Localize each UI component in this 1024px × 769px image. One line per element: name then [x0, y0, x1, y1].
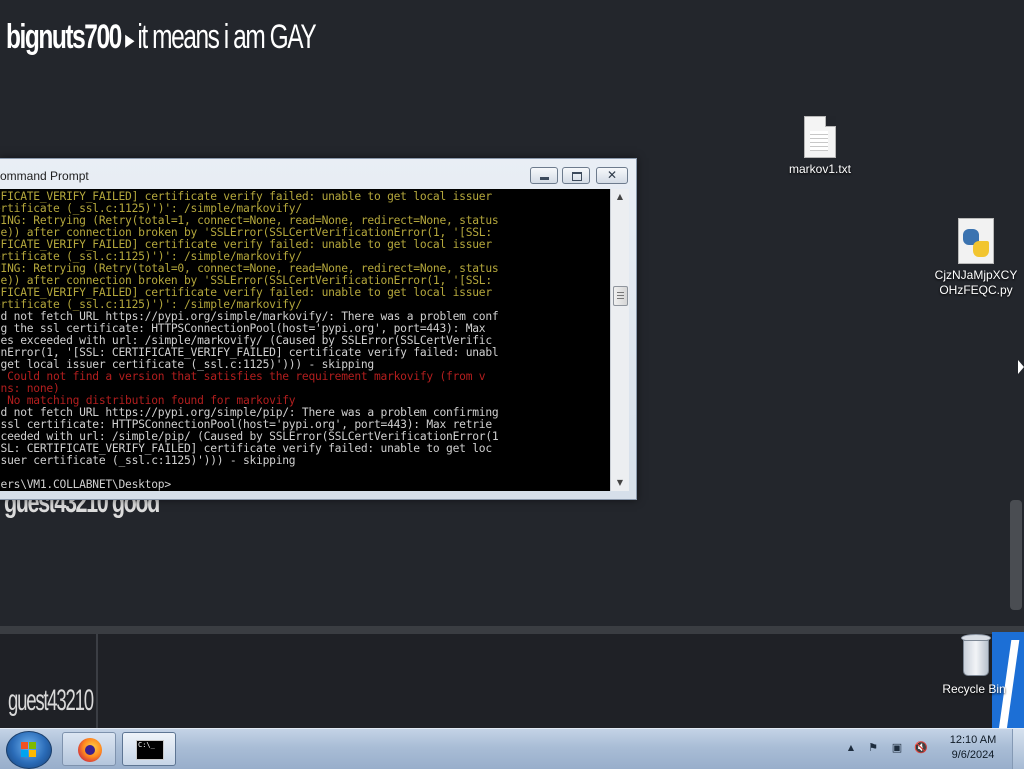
stream-panel-separator [96, 634, 98, 730]
show-hidden-icons-icon[interactable]: ▲ [844, 741, 858, 755]
command-prompt-window[interactable]: ommand Prompt ✕ IFICATE_VERIFY_FAILED] c… [0, 158, 637, 500]
console-line: : Could not find a version that satisfie… [0, 370, 486, 383]
taskbar: C:\_ ▲ ⚑ ▣ 🔇 12:10 AM 9/6/2024 [0, 728, 1024, 769]
scroll-thumb[interactable] [613, 286, 628, 306]
cmd-icon: C:\_ [136, 740, 164, 760]
maximize-button[interactable] [562, 167, 590, 184]
chat-text: it means i am GAY [137, 18, 316, 56]
desktop-icon-label: CjzNJaMjpXCYOHzFEQC.py [934, 268, 1018, 297]
close-icon: ✕ [606, 168, 618, 182]
chat-separator: ▸ [125, 24, 134, 54]
mouse-cursor-icon [1018, 360, 1024, 374]
text-file-icon [804, 116, 836, 158]
taskbar-command-prompt[interactable]: C:\_ [122, 732, 176, 766]
stream-bottom-username: guest43210 [8, 684, 94, 717]
console-line: sers\VM1.COLLABNET\Desktop> [0, 478, 171, 491]
console-line: ssuer certificate (_ssl.c:1125)'))) - sk… [0, 454, 296, 467]
clock-date: 9/6/2024 [951, 749, 995, 761]
stream-divider [0, 626, 1024, 634]
desktop-icon-markov1[interactable]: markov1.txt [778, 116, 862, 177]
window-titlebar[interactable]: ommand Prompt ✕ [0, 159, 636, 189]
desktop-icon-python-script[interactable]: CjzNJaMjpXCYOHzFEQC.py [934, 218, 1018, 298]
clock-time: 12:10 AM [949, 734, 997, 746]
taskbar-clock[interactable]: 12:10 AM 9/6/2024 [940, 733, 1006, 763]
python-file-icon [958, 218, 994, 264]
scroll-down-icon[interactable]: ▼ [611, 475, 629, 491]
minimize-button[interactable] [530, 167, 558, 184]
close-button[interactable]: ✕ [596, 167, 628, 184]
windows-logo-icon [21, 742, 37, 758]
console-scrollbar[interactable]: ▲ ▼ [610, 189, 629, 491]
console-output[interactable]: IFICATE_VERIFY_FAILED] certificate verif… [0, 189, 610, 491]
stream-bottom-panel [0, 634, 1024, 730]
desktop-icon-recycle-bin[interactable]: Recycle Bin [932, 632, 1016, 697]
volume-muted-icon[interactable]: 🔇 [914, 741, 928, 755]
start-button[interactable] [6, 731, 52, 769]
desktop-icon-label: markov1.txt [788, 162, 851, 176]
system-tray: ▲ ⚑ ▣ 🔇 [840, 729, 940, 769]
firefox-icon [78, 738, 102, 762]
action-center-flag-icon[interactable]: ⚑ [866, 741, 880, 755]
network-icon[interactable]: ▣ [890, 741, 904, 755]
window-title: ommand Prompt [0, 169, 89, 183]
stream-scrollbar[interactable] [1010, 500, 1022, 610]
chat-username: bignuts700 [6, 18, 122, 56]
chat-message: bignuts700 ▸ it means i am GAY [6, 18, 317, 57]
desktop-icon-label: Recycle Bin [942, 682, 1006, 696]
taskbar-firefox[interactable] [62, 732, 116, 766]
show-desktop-button[interactable] [1012, 729, 1024, 769]
stream-chat-overlay: bignuts700 ▸ it means i am GAY [0, 0, 317, 110]
scroll-up-icon[interactable]: ▲ [611, 189, 629, 205]
recycle-bin-icon [957, 632, 991, 676]
